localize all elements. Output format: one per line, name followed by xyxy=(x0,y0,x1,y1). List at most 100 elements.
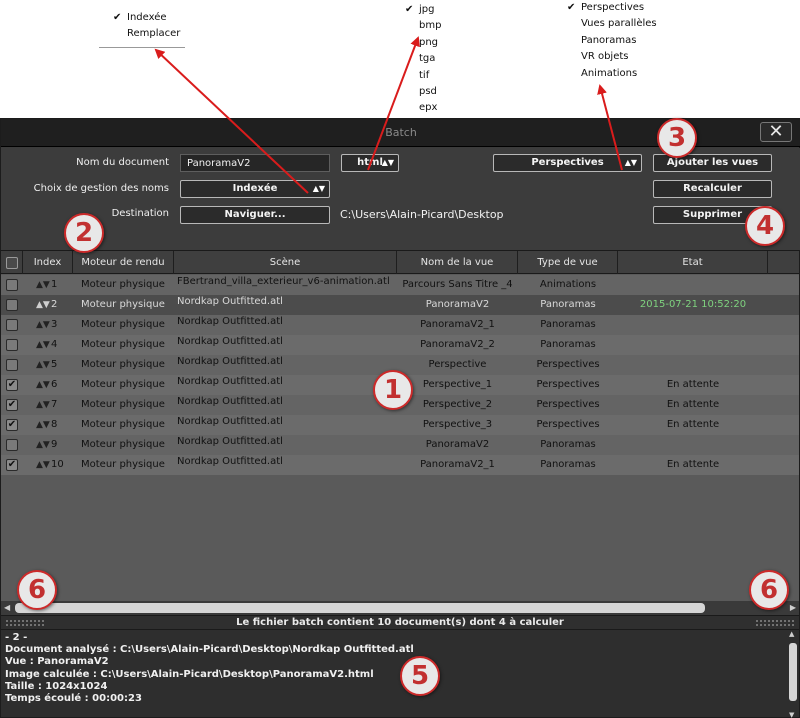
menu-item-bmp[interactable]: bmp xyxy=(405,18,441,34)
scroll-down-icon[interactable]: ▼ xyxy=(789,711,794,718)
cell-scene: Nordkap Outfitted.atl xyxy=(177,336,283,347)
row-checkbox[interactable]: ✔ xyxy=(6,459,18,471)
view-type-select-value: Perspectives xyxy=(531,157,604,168)
naming-select[interactable]: Indexée ▲▼ xyxy=(180,180,330,198)
cell-state: En attente xyxy=(666,419,720,430)
row-checkbox[interactable] xyxy=(6,439,18,451)
cell-view-name: Perspective_2 xyxy=(422,399,493,410)
table-row[interactable]: ▲▼ 2 Moteur physique Nordkap Outfitted.atl P… xyxy=(1,295,799,315)
table-row[interactable]: ▲▼ 3 Moteur physique Nordkap Outfitted.atl P… xyxy=(1,315,799,335)
reorder-icon[interactable]: ▲▼ xyxy=(36,275,50,295)
view-type-select[interactable]: Perspectives ▲▼ xyxy=(493,154,642,172)
reorder-icon[interactable]: ▲▼ xyxy=(36,315,50,335)
header-view-type[interactable]: Type de vue xyxy=(518,251,618,274)
reorder-icon[interactable]: ▲▼ xyxy=(36,295,50,315)
row-checkbox[interactable] xyxy=(6,299,18,311)
naming-label: Choix de gestion des noms xyxy=(33,183,169,194)
scrollbar-thumb[interactable] xyxy=(789,643,797,701)
cell-engine: Moteur physique xyxy=(81,419,165,430)
status-text: Le fichier batch contient 10 document(s)… xyxy=(236,617,564,628)
destination-path: C:\Users\Alain-Picard\Desktop xyxy=(340,208,504,221)
cell-view-type: Panoramas xyxy=(540,299,596,310)
reorder-icon[interactable]: ▲▼ xyxy=(36,415,50,435)
menu-item-perspectives[interactable]: ✔ Perspectives xyxy=(567,0,657,16)
cell-state xyxy=(618,435,768,455)
menu-item-indexee[interactable]: ✔ Indexée xyxy=(113,10,185,26)
reorder-icon[interactable]: ▲▼ xyxy=(36,435,50,455)
scroll-up-icon[interactable]: ▲ xyxy=(789,630,794,638)
cell-engine: Moteur physique xyxy=(81,379,165,390)
doc-name-input[interactable]: PanoramaV2 xyxy=(180,154,330,172)
updown-icon: ▲▼ xyxy=(624,158,637,167)
table-row[interactable]: ✔ ▲▼ 10 Moteur physique Nordkap Outfitted.at… xyxy=(1,455,799,475)
row-checkbox[interactable]: ✔ xyxy=(6,379,18,391)
reorder-icon[interactable]: ▲▼ xyxy=(36,335,50,355)
callout-badge-6-left: 6 xyxy=(17,570,57,610)
row-checkbox[interactable] xyxy=(6,279,18,291)
select-all-checkbox[interactable] xyxy=(6,257,18,269)
cell-scene: Nordkap Outfitted.atl xyxy=(177,436,283,447)
reorder-icon[interactable]: ▲▼ xyxy=(36,455,50,475)
cell-index: 6 xyxy=(51,379,58,390)
cell-index: 8 xyxy=(51,419,58,430)
scrollbar-thumb[interactable] xyxy=(15,603,705,613)
menu-item-panoramas[interactable]: Panoramas xyxy=(567,33,657,49)
cell-engine: Moteur physique xyxy=(81,339,165,350)
header-select-all[interactable] xyxy=(1,251,23,274)
menu-item-remplacer[interactable]: Remplacer xyxy=(113,26,185,42)
cell-engine: Moteur physique xyxy=(81,319,165,330)
menu-item-png[interactable]: png xyxy=(405,35,441,51)
menu-item-animations[interactable]: Animations xyxy=(567,66,657,82)
scroll-left-icon[interactable]: ◀ xyxy=(4,601,10,615)
row-checkbox[interactable]: ✔ xyxy=(6,419,18,431)
cell-view-name: Perspective xyxy=(428,359,487,370)
table-row[interactable]: ▲▼ 1 Moteur physique FBertrand_villa_exteri… xyxy=(1,275,799,295)
cell-view-type: Animations xyxy=(539,279,597,290)
browse-button[interactable]: Naviguer... xyxy=(180,206,330,224)
cell-index: 10 xyxy=(51,459,64,470)
recalculate-button[interactable]: Recalculer xyxy=(653,180,772,198)
cell-scene: Nordkap Outfitted.atl xyxy=(177,356,283,367)
resize-grip-icon[interactable] xyxy=(5,619,45,627)
format-select-value: html xyxy=(357,157,383,168)
table-row[interactable]: ✔ ▲▼ 8 Moteur physique Nordkap Outfitted.atl… xyxy=(1,415,799,435)
menu-item-tga[interactable]: tga xyxy=(405,51,441,67)
callout-badge-1: 1 xyxy=(373,370,413,410)
scroll-right-icon[interactable]: ▶ xyxy=(790,601,796,615)
header-engine[interactable]: Moteur de rendu xyxy=(73,251,174,274)
callout-badge-5: 5 xyxy=(400,656,440,696)
vertical-scrollbar[interactable]: ▲ ▼ xyxy=(789,630,797,718)
cell-view-type: Panoramas xyxy=(540,459,596,470)
cell-state: En attente xyxy=(666,399,720,410)
header-state[interactable]: Etat xyxy=(618,251,768,274)
row-checkbox[interactable] xyxy=(6,359,18,371)
table-row[interactable]: ▲▼ 9 Moteur physique Nordkap Outfitted.atl P… xyxy=(1,435,799,455)
menu-item-jpg[interactable]: ✔ jpg xyxy=(405,2,441,18)
menu-item-psd[interactable]: psd xyxy=(405,84,441,100)
reorder-icon[interactable]: ▲▼ xyxy=(36,395,50,415)
close-icon: ✕ xyxy=(768,121,784,142)
menu-item-vues-paralleles[interactable]: Vues parallèles xyxy=(567,16,657,32)
close-button[interactable]: ✕ xyxy=(760,122,792,142)
row-checkbox[interactable] xyxy=(6,339,18,351)
row-checkbox[interactable]: ✔ xyxy=(6,399,18,411)
menu-item-vr-objets[interactable]: VR objets xyxy=(567,49,657,65)
table-row[interactable]: ▲▼ 4 Moteur physique Nordkap Outfitted.atl P… xyxy=(1,335,799,355)
log-line: Document analysé : C:\Users\Alain-Picard… xyxy=(5,644,414,656)
menu-item-tif[interactable]: tif xyxy=(405,68,441,84)
cell-state xyxy=(618,355,768,375)
reorder-icon[interactable]: ▲▼ xyxy=(36,375,50,395)
cell-view-name: PanoramaV2 xyxy=(425,299,490,310)
header-view-name[interactable]: Nom de la vue xyxy=(397,251,518,274)
header-scene[interactable]: Scène xyxy=(174,251,397,274)
menu-item-epx[interactable]: epx xyxy=(405,100,441,116)
cell-engine: Moteur physique xyxy=(81,399,165,410)
cell-view-name: PanoramaV2_1 xyxy=(420,459,495,470)
resize-grip-icon[interactable] xyxy=(755,619,795,627)
reorder-icon[interactable]: ▲▼ xyxy=(36,355,50,375)
horizontal-scrollbar[interactable]: ◀ ▶ xyxy=(1,601,799,615)
row-checkbox[interactable] xyxy=(6,319,18,331)
batch-settings-panel: Nom du document PanoramaV2 html ▲▼ Choix… xyxy=(1,148,800,250)
format-select[interactable]: html ▲▼ xyxy=(341,154,399,172)
header-index[interactable]: Index xyxy=(23,251,73,274)
